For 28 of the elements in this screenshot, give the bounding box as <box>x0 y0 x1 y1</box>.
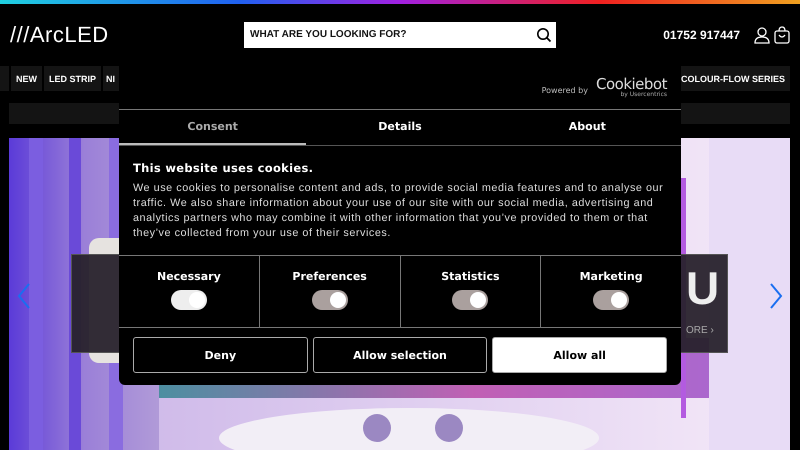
phone-number[interactable]: 01752 917447 <box>663 28 740 42</box>
dialog-button[interactable]: Allow selection <box>312 337 488 373</box>
dialog-tab[interactable]: About <box>494 110 681 145</box>
dialog-tab[interactable]: Details <box>306 110 494 145</box>
logo[interactable]: ///ArcLED <box>10 22 244 48</box>
category-label: Necessary <box>156 270 221 283</box>
nav-item[interactable]: NI <box>103 66 120 91</box>
cookiebot-logo: Cookiebot <box>596 76 667 92</box>
nav-item[interactable]: LED STRIP <box>44 66 102 91</box>
read-more-link[interactable]: ORE › <box>686 325 714 336</box>
toggle-switch[interactable] <box>312 290 348 310</box>
allow-all-button[interactable]: Allow all <box>492 337 668 373</box>
user-icon[interactable] <box>754 26 770 44</box>
category-label: Statistics <box>441 270 500 283</box>
powered-by-text: Powered by <box>542 86 588 94</box>
dialog-tab[interactable]: Consent <box>119 110 306 145</box>
toggle-switch[interactable] <box>452 290 488 310</box>
category-label: Preferences <box>292 270 367 283</box>
dialog-title: This website uses cookies. <box>133 161 314 175</box>
search-icon[interactable] <box>536 26 552 42</box>
dialog-button[interactable]: Deny <box>133 337 308 373</box>
basket-icon[interactable] <box>774 26 790 44</box>
dialog-text: We use cookies to personalise content and ads, to provide social media features and to analyse our traffic. We also share information about your use of our site with our social media, advertising and analytics partners who may combine it with other information that you’ve provided to them or that they’ve collected from your use of their services. <box>133 181 664 241</box>
banner-headline: U <box>686 265 720 311</box>
nav-item[interactable]: NEW <box>11 66 42 91</box>
category-label: Marketing <box>580 270 643 283</box>
toggle-switch[interactable] <box>593 290 630 310</box>
search-field[interactable]: WHAT ARE YOU LOOKING FOR? <box>244 22 556 48</box>
